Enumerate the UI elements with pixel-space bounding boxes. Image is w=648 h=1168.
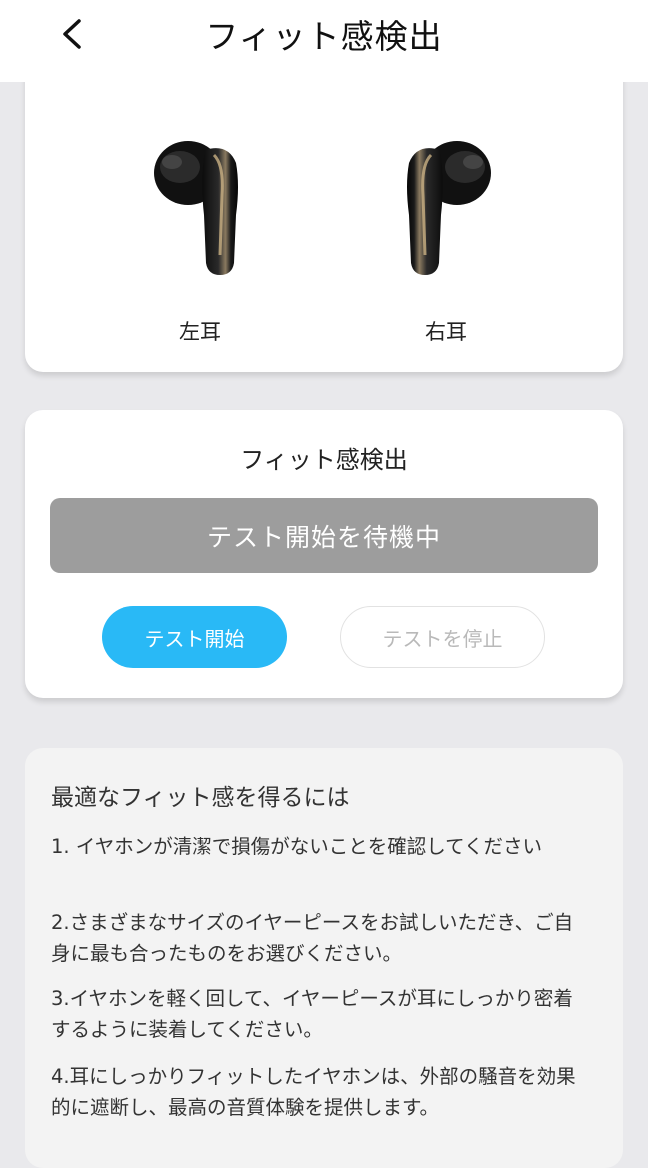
earbud-card: 左耳 右耳 <box>25 60 623 372</box>
tip-item: 3.イヤホンを軽く回して、イヤーピースが耳にしっかり密着するように装着してくださ… <box>51 987 573 1041</box>
left-ear-label: 左耳 <box>179 320 221 344</box>
right-ear-label: 右耳 <box>425 320 467 344</box>
app-header: フィット感検出 <box>0 0 648 82</box>
page-title: フィット感検出 <box>205 17 443 56</box>
tip-item: 2.さまざまなサイズのイヤーピースをお試しいただき、ご自身に最も合ったものをお選… <box>51 911 574 965</box>
fit-tips-card: 最適なフィット感を得るには 1. イヤホンが清潔で損傷がないことを確認してくださ… <box>25 748 623 1168</box>
left-earbud-image <box>154 141 238 275</box>
fit-detection-card: フィット感検出 テスト開始を待機中 テスト開始 テストを停止 <box>25 410 623 698</box>
right-earbud-image <box>407 141 491 275</box>
tip-item: 4.耳にしっかりフィットしたイヤホンは、外部の騒音を効果的に遮断し、最高の音質体… <box>51 1065 576 1119</box>
tips-title: 最適なフィット感を得るには <box>51 785 350 811</box>
start-test-button[interactable]: テスト開始 <box>102 606 287 668</box>
detection-title: フィット感検出 <box>240 446 408 474</box>
stop-test-button[interactable]: テストを停止 <box>340 606 545 668</box>
tip-item: 1. イヤホンが清潔で損傷がないことを確認してください <box>51 835 543 858</box>
test-status-bar: テスト開始を待機中 <box>50 498 598 573</box>
